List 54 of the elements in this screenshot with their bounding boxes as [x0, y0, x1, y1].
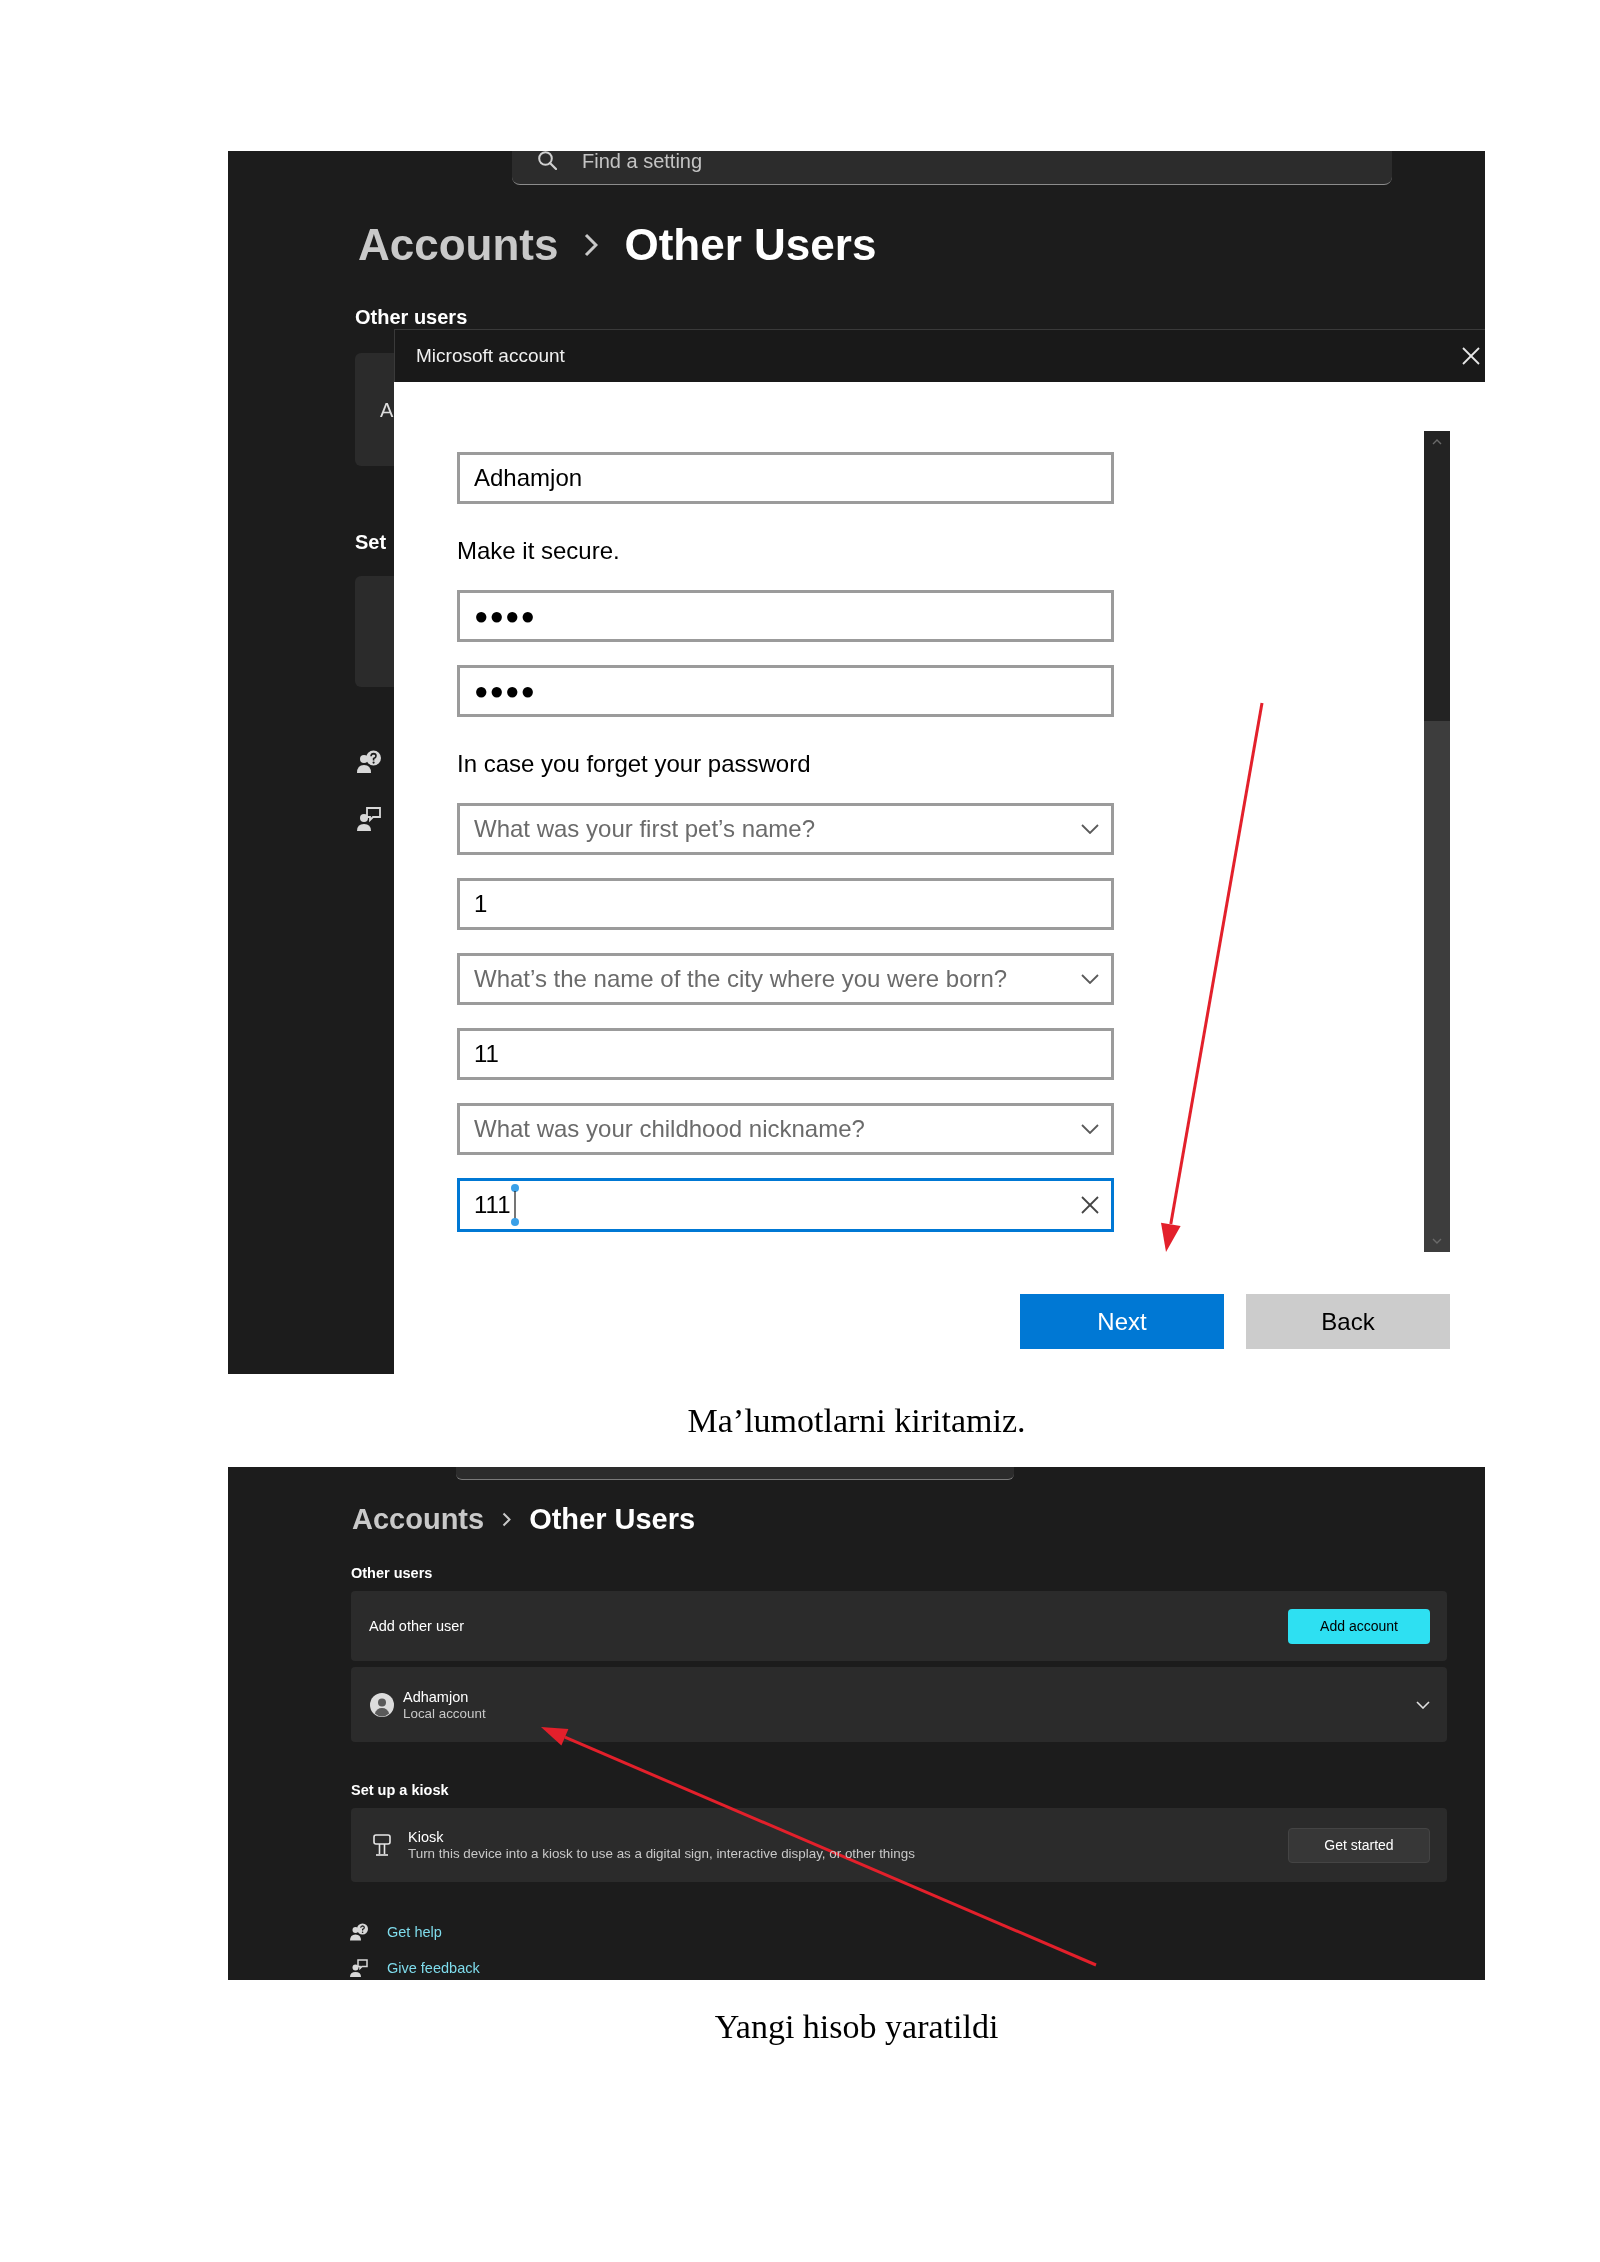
scrollbar-thumb[interactable]: [1424, 431, 1450, 721]
kiosk-icon: [373, 1834, 391, 1856]
chevron-down-icon: [1081, 1124, 1099, 1134]
section-heading: Other users: [351, 1564, 433, 1583]
section-heading: Other users: [355, 305, 468, 329]
row-title: Kiosk: [408, 1828, 444, 1846]
scrollbar[interactable]: [1424, 431, 1450, 1252]
account-name: Adhamjon: [403, 1687, 469, 1706]
help-icon[interactable]: [357, 750, 381, 774]
avatar-icon: [370, 1692, 394, 1717]
breadcrumb-link[interactable]: Accounts: [358, 218, 559, 272]
next-button[interactable]: Next: [1020, 1294, 1224, 1349]
chevron-down-icon: [1081, 974, 1099, 984]
figure-caption: Ma’lumotlarni kiritamiz.: [687, 1401, 1026, 1441]
section-heading: Set up a kiosk: [351, 1781, 449, 1800]
password-field[interactable]: ●●●●: [457, 590, 1114, 642]
help-link[interactable]: Get help: [350, 1922, 442, 1942]
close-icon[interactable]: [1462, 347, 1480, 365]
chevron-right-icon: [502, 1511, 512, 1527]
back-button[interactable]: Back: [1246, 1294, 1450, 1349]
figure-caption: Yangi hisob yaratildi: [714, 2007, 999, 2047]
dropdown[interactable]: What’s the name of the city where you were born?: [457, 953, 1114, 1005]
input-field[interactable]: Adhamjon: [457, 452, 1114, 504]
search-icon: [538, 151, 557, 170]
chevron-right-icon: [584, 233, 599, 257]
add-account-button[interactable]: Add account: [1288, 1608, 1430, 1644]
account-card[interactable]: Adhamjon Local account: [351, 1667, 1447, 1742]
input-field[interactable]: 11: [457, 1028, 1114, 1080]
person-speech-icon: [350, 1959, 368, 1977]
form-label: Make it secure.: [457, 536, 620, 566]
help-icon: [350, 1923, 368, 1941]
dropdown[interactable]: What was your childhood nickname?: [457, 1103, 1114, 1155]
row-title: Add other user: [369, 1617, 465, 1635]
clear-icon[interactable]: [1081, 1196, 1099, 1214]
chevron-up-icon[interactable]: [1432, 439, 1442, 445]
form-label: In case you forget your password: [457, 749, 811, 779]
feedback-link[interactable]: Give feedback: [350, 1958, 480, 1978]
page-title: Other Users: [624, 218, 877, 271]
text-cursor-icon: [510, 1183, 521, 1227]
search-field[interactable]: [456, 1467, 1014, 1480]
section-heading: Set: [355, 530, 387, 554]
breadcrumb-link[interactable]: Accounts: [352, 1501, 485, 1537]
chevron-down-icon: [1081, 824, 1099, 834]
input-field[interactable]: 111: [457, 1178, 1114, 1232]
person-speech-icon[interactable]: [357, 807, 381, 831]
card-label: A: [380, 397, 394, 422]
account-type: Local account: [403, 1705, 486, 1722]
get-started-button[interactable]: Get started: [1288, 1827, 1430, 1863]
dialog-title: Microsoft account: [416, 343, 565, 368]
input-field[interactable]: 1: [457, 878, 1114, 930]
page-title: Other Users: [529, 1501, 696, 1537]
password-field[interactable]: ●●●●: [457, 665, 1114, 717]
dropdown[interactable]: What was your first pet’s name?: [457, 803, 1114, 855]
search-field[interactable]: Find a setting: [512, 151, 1392, 185]
